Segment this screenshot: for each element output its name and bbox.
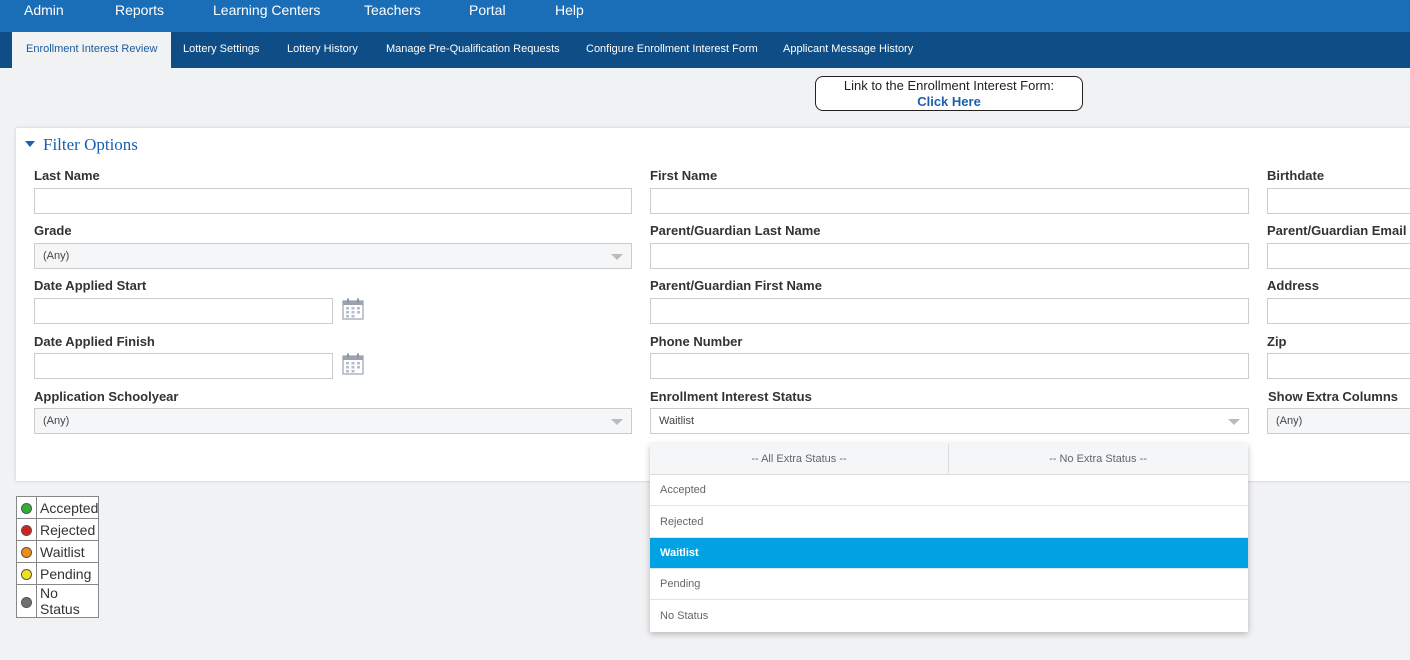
legend-label: Pending <box>35 562 100 585</box>
legend-label: No Status <box>35 584 100 618</box>
chevron-down-icon <box>611 419 623 425</box>
legend-row-rejected: Rejected <box>16 518 100 541</box>
date-finish-input[interactable] <box>34 353 333 379</box>
extra-columns-label: Show Extra Columns <box>1268 389 1399 404</box>
top-nav: Admin Reports Learning Centers Teachers … <box>0 0 1410 32</box>
caret-down-icon[interactable] <box>25 141 35 147</box>
pg-first-name-label: Parent/Guardian First Name <box>650 278 822 293</box>
legend-row-waitlist: Waitlist <box>16 540 100 563</box>
schoolyear-label: Application Schoolyear <box>34 389 179 404</box>
nav-reports[interactable]: Reports <box>115 2 164 18</box>
birthdate-label: Birthdate <box>1267 168 1325 183</box>
legend-row-accepted: Accepted <box>16 496 100 519</box>
zip-label: Zip <box>1267 334 1287 349</box>
dropdown-option[interactable]: Pending <box>650 569 1248 600</box>
orange-status-icon <box>21 547 32 559</box>
status-select[interactable]: Waitlist <box>650 408 1249 434</box>
date-finish-label: Date Applied Finish <box>34 334 155 349</box>
green-status-icon <box>21 503 32 515</box>
extra-columns-select-value: (Any) <box>1276 415 1303 427</box>
grade-label: Grade <box>34 223 72 238</box>
legend-label: Accepted <box>35 496 100 519</box>
nav-teachers[interactable]: Teachers <box>364 2 421 18</box>
gray-status-icon <box>21 596 32 608</box>
dropdown-option[interactable]: No Status <box>650 601 1248 632</box>
date-start-label: Date Applied Start <box>34 278 147 293</box>
last-name-input[interactable] <box>34 188 632 214</box>
tab-lottery-history[interactable]: Lottery History <box>287 32 358 68</box>
tab-applicant-message-history[interactable]: Applicant Message History <box>783 32 913 68</box>
zip-input[interactable] <box>1267 353 1410 379</box>
extra-columns-select[interactable]: (Any) <box>1267 408 1410 434</box>
calendar-icon[interactable] <box>342 298 364 320</box>
grade-select[interactable]: (Any) <box>34 243 632 269</box>
grade-select-value: (Any) <box>43 250 70 262</box>
schoolyear-select-value: (Any) <box>43 415 70 427</box>
tab-configure-form[interactable]: Configure Enrollment Interest Form <box>586 32 758 68</box>
first-name-label: First Name <box>650 168 718 183</box>
pg-email-input[interactable] <box>1267 243 1410 269</box>
tab-manage-pre-qualification[interactable]: Manage Pre-Qualification Requests <box>386 32 560 68</box>
dropdown-header: -- All Extra Status -- -- No Extra Statu… <box>650 444 1248 475</box>
form-link-box: Link to the Enrollment Interest Form: Cl… <box>815 76 1083 111</box>
filter-options-title[interactable]: Filter Options <box>43 135 138 155</box>
birthdate-input[interactable] <box>1267 188 1410 214</box>
no-extra-status-button[interactable]: -- No Extra Status -- <box>949 444 1247 474</box>
sub-nav: Enrollment Interest Review Lottery Setti… <box>0 32 1410 68</box>
dropdown-option[interactable]: Accepted <box>650 475 1248 506</box>
address-label: Address <box>1267 278 1320 293</box>
form-link[interactable]: Click Here <box>816 94 1082 109</box>
nav-learning-centers[interactable]: Learning Centers <box>213 2 320 18</box>
tab-enrollment-interest-review[interactable]: Enrollment Interest Review <box>12 32 172 68</box>
status-legend: Accepted Rejected Waitlist Pending No St… <box>16 496 100 618</box>
calendar-icon[interactable] <box>342 353 364 375</box>
form-link-text: Link to the Enrollment Interest Form: <box>843 78 1055 93</box>
all-extra-status-button[interactable]: -- All Extra Status -- <box>650 444 949 474</box>
red-status-icon <box>21 525 32 537</box>
status-select-value: Waitlist <box>659 415 695 427</box>
chevron-down-icon <box>611 254 623 260</box>
phone-input[interactable] <box>650 353 1249 379</box>
dropdown-option[interactable]: Rejected <box>650 507 1248 538</box>
schoolyear-select[interactable]: (Any) <box>34 408 632 434</box>
phone-label: Phone Number <box>650 334 743 349</box>
pg-email-label: Parent/Guardian Email A <box>1267 223 1410 238</box>
chevron-down-icon <box>1228 419 1240 425</box>
first-name-input[interactable] <box>650 188 1249 214</box>
legend-label: Rejected <box>35 518 100 541</box>
nav-portal[interactable]: Portal <box>469 2 506 18</box>
yellow-status-icon <box>21 569 32 581</box>
status-label: Enrollment Interest Status <box>650 389 812 404</box>
legend-row-no-status: No Status <box>16 584 100 618</box>
pg-first-name-input[interactable] <box>650 298 1249 324</box>
status-dropdown: -- All Extra Status -- -- No Extra Statu… <box>650 444 1248 632</box>
nav-admin[interactable]: Admin <box>24 2 64 18</box>
last-name-label: Last Name <box>34 168 100 183</box>
pg-last-name-label: Parent/Guardian Last Name <box>650 223 821 238</box>
tab-lottery-settings[interactable]: Lottery Settings <box>183 32 259 68</box>
nav-help[interactable]: Help <box>555 2 584 18</box>
date-start-input[interactable] <box>34 298 333 324</box>
dropdown-option-selected[interactable]: Waitlist <box>650 538 1248 569</box>
pg-last-name-input[interactable] <box>650 243 1249 269</box>
legend-label: Waitlist <box>35 540 100 563</box>
legend-row-pending: Pending <box>16 562 100 585</box>
address-input[interactable] <box>1267 298 1410 324</box>
